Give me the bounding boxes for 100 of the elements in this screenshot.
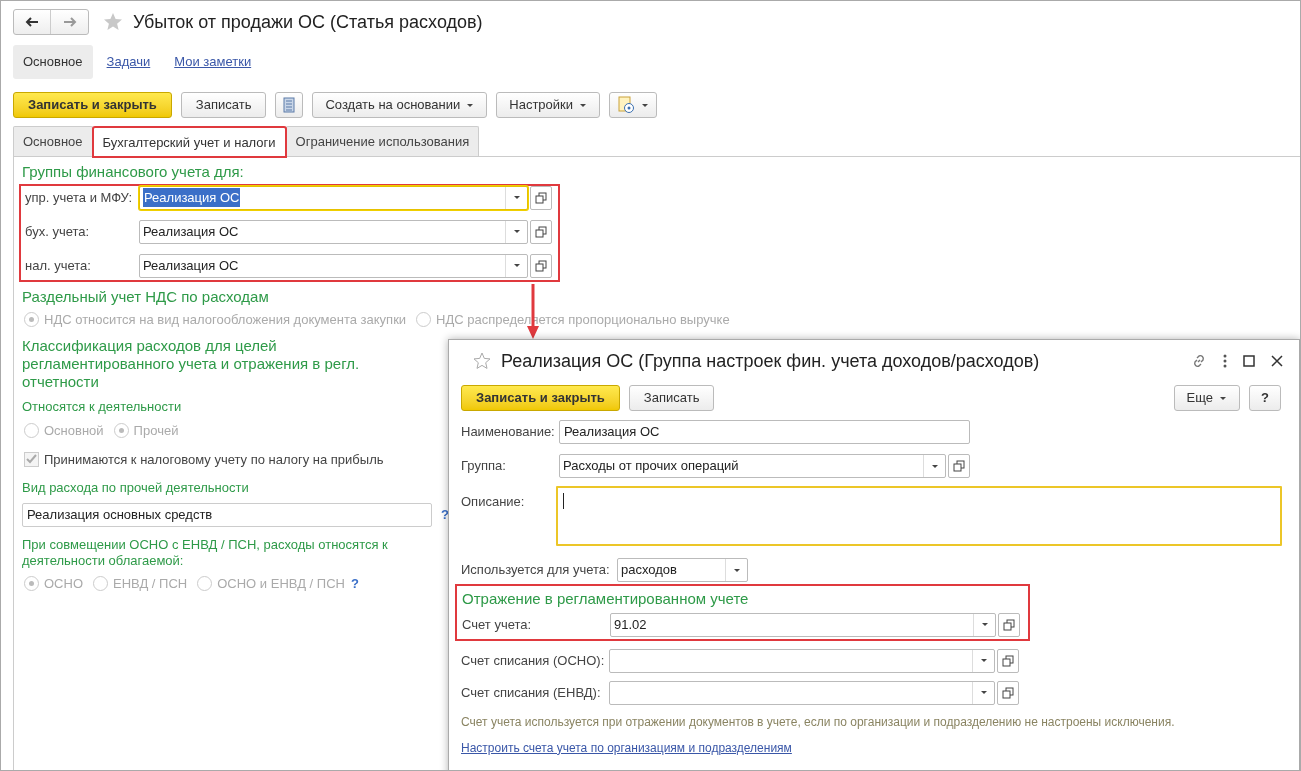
section-heading: Группы финансового учета для: <box>22 162 244 182</box>
list-icon[interactable] <box>283 97 296 113</box>
field-label: упр. учета и МФУ: <box>25 188 134 207</box>
radio-label: ОСНО <box>44 574 83 593</box>
radio-button[interactable] <box>93 575 108 591</box>
text-field[interactable]: Реализация основных средств <box>22 502 432 527</box>
radio-button[interactable] <box>197 575 213 591</box>
dropdown-caret-icon[interactable] <box>979 658 988 663</box>
dropdown-caret-icon[interactable] <box>512 263 521 268</box>
help-button[interactable]: ? <box>1249 385 1281 411</box>
combo-field[interactable]: Реализация ОС <box>139 185 528 210</box>
radio-button[interactable] <box>416 312 432 328</box>
tab[interactable]: Основное <box>13 126 93 156</box>
radio-label: Основной <box>44 422 104 440</box>
dialog-title: Реализация ОС (Группа настроек фин. учета доходов/расходов) <box>501 349 1041 373</box>
toolbar-button[interactable]: Записать <box>180 92 267 118</box>
caret-icon[interactable] <box>641 102 650 108</box>
section-heading: Раздельный учет НДС по расходам <box>22 286 269 307</box>
field-label: Вид расхода по прочей деятельности <box>22 479 249 497</box>
window-title: Убыток от продажи ОС (Статья расходов) <box>133 10 483 34</box>
tab[interactable]: Бухгалтерский учет и налоги <box>92 127 286 157</box>
note-text: Счет учета используется при отражении документов в учете, если по организации и подразделению не настроены исключения. <box>461 713 1176 731</box>
open-window-icon[interactable] <box>1002 654 1014 667</box>
checkbox-label: Принимаются к налоговому учету по налогу на прибыль <box>44 450 384 469</box>
dropdown-caret-icon[interactable] <box>732 567 741 573</box>
caret-icon[interactable] <box>1219 395 1227 401</box>
radio-label: ОСНО и ЕНВД / ПСН <box>217 574 345 593</box>
section-link[interactable]: Задачи <box>104 52 153 72</box>
toolbar-button[interactable]: Создать на основании <box>312 92 488 118</box>
settings-link[interactable]: Настроить счета учета по организациям и подразделениям <box>461 738 792 757</box>
field-label: Используется для учета: <box>461 561 611 580</box>
open-window-icon[interactable] <box>535 191 547 204</box>
field-label: Наименование: <box>461 423 556 442</box>
dropdown-caret-icon[interactable] <box>930 463 939 469</box>
caret-icon[interactable] <box>579 102 588 108</box>
open-button[interactable] <box>997 648 1019 673</box>
text-cursor <box>563 493 564 509</box>
open-button[interactable] <box>998 612 1020 637</box>
field-label: Счет списания (ЕНВД): <box>461 683 602 702</box>
open-button[interactable] <box>530 185 552 210</box>
open-button[interactable] <box>948 454 970 478</box>
toolbar-button[interactable]: Записать и закрыть <box>13 92 172 118</box>
open-window-icon[interactable] <box>953 460 965 472</box>
combo-field[interactable]: Расходы от прочих операций <box>559 454 946 478</box>
radio-label: ЕНВД / ПСН <box>113 574 188 593</box>
dropdown-caret-icon[interactable] <box>512 229 521 234</box>
close-icon[interactable] <box>1271 355 1283 367</box>
radio-button[interactable] <box>24 575 39 591</box>
section-heading: Отражение в регламентированном учете <box>462 589 750 609</box>
combo-field[interactable]: Реализация ОС <box>139 219 528 244</box>
field-label: нал. учета: <box>25 256 92 275</box>
combo-field[interactable]: Реализация ОС <box>139 253 528 278</box>
field-label: Относятся к деятельности <box>22 397 182 416</box>
link-icon[interactable] <box>1191 353 1207 369</box>
forward-arrow-icon[interactable] <box>62 17 77 27</box>
maximize-icon[interactable] <box>1243 355 1255 367</box>
more-button[interactable]: Еще <box>1173 385 1240 411</box>
more-vertical-icon[interactable] <box>1223 354 1227 368</box>
open-window-icon[interactable] <box>535 225 547 238</box>
combo-field[interactable]: 91.02 <box>610 612 996 637</box>
field-label: Счет списания (ОСНО): <box>461 651 606 670</box>
field-label: бух. учета: <box>25 222 91 241</box>
open-window-icon[interactable] <box>1003 618 1015 631</box>
document-gear-icon[interactable] <box>617 96 636 114</box>
combo-field[interactable]: расходов <box>617 558 748 582</box>
toolbar-button[interactable]: Записать и закрыть <box>461 385 620 411</box>
radio-button[interactable] <box>113 423 129 439</box>
dropdown-caret-icon[interactable] <box>980 622 989 627</box>
field-label: При совмещении ОСНО с ЕНВД / ПСН, расходы относятся к деятельности облагаемой: <box>22 536 389 569</box>
combo-field[interactable] <box>609 648 995 673</box>
favorite-star-icon[interactable] <box>103 12 123 32</box>
caret-icon[interactable] <box>466 102 475 108</box>
section-link[interactable]: Основное <box>13 45 93 79</box>
field-label: Группа: <box>461 457 507 476</box>
field-label: Описание: <box>461 493 526 511</box>
open-window-icon[interactable] <box>535 259 547 272</box>
open-button[interactable] <box>530 219 552 244</box>
help-link[interactable]: ? <box>441 504 449 525</box>
radio-button[interactable] <box>24 312 39 328</box>
list-button[interactable] <box>275 92 304 118</box>
section-link[interactable]: Мои заметки <box>172 52 254 72</box>
text-field[interactable]: Реализация ОС <box>559 420 970 444</box>
combo-field[interactable] <box>609 680 995 705</box>
toolbar-button[interactable]: Настройки <box>496 92 601 118</box>
open-window-icon[interactable] <box>1002 686 1014 699</box>
dropdown-caret-icon[interactable] <box>512 195 521 200</box>
radio-label: НДС относится на вид налогообложения документа закупки <box>44 311 407 329</box>
open-button[interactable] <box>530 253 552 278</box>
favorite-star-icon[interactable] <box>473 352 491 370</box>
dropdown-caret-icon[interactable] <box>979 690 988 695</box>
radio-label: Прочей <box>133 422 179 440</box>
open-button[interactable] <box>997 680 1019 705</box>
toolbar-button[interactable]: Записать <box>628 385 715 411</box>
help-link[interactable]: ? <box>350 573 359 593</box>
section-heading: Классификация расходов для целей регламентированного учета и отражения в регл. отчетности <box>22 336 361 391</box>
tab[interactable]: Ограничение использования <box>285 126 480 156</box>
back-arrow-icon[interactable] <box>25 17 39 27</box>
field-label: Счет учета: <box>462 615 533 634</box>
description-field[interactable] <box>556 486 1282 546</box>
radio-button[interactable] <box>24 423 39 439</box>
